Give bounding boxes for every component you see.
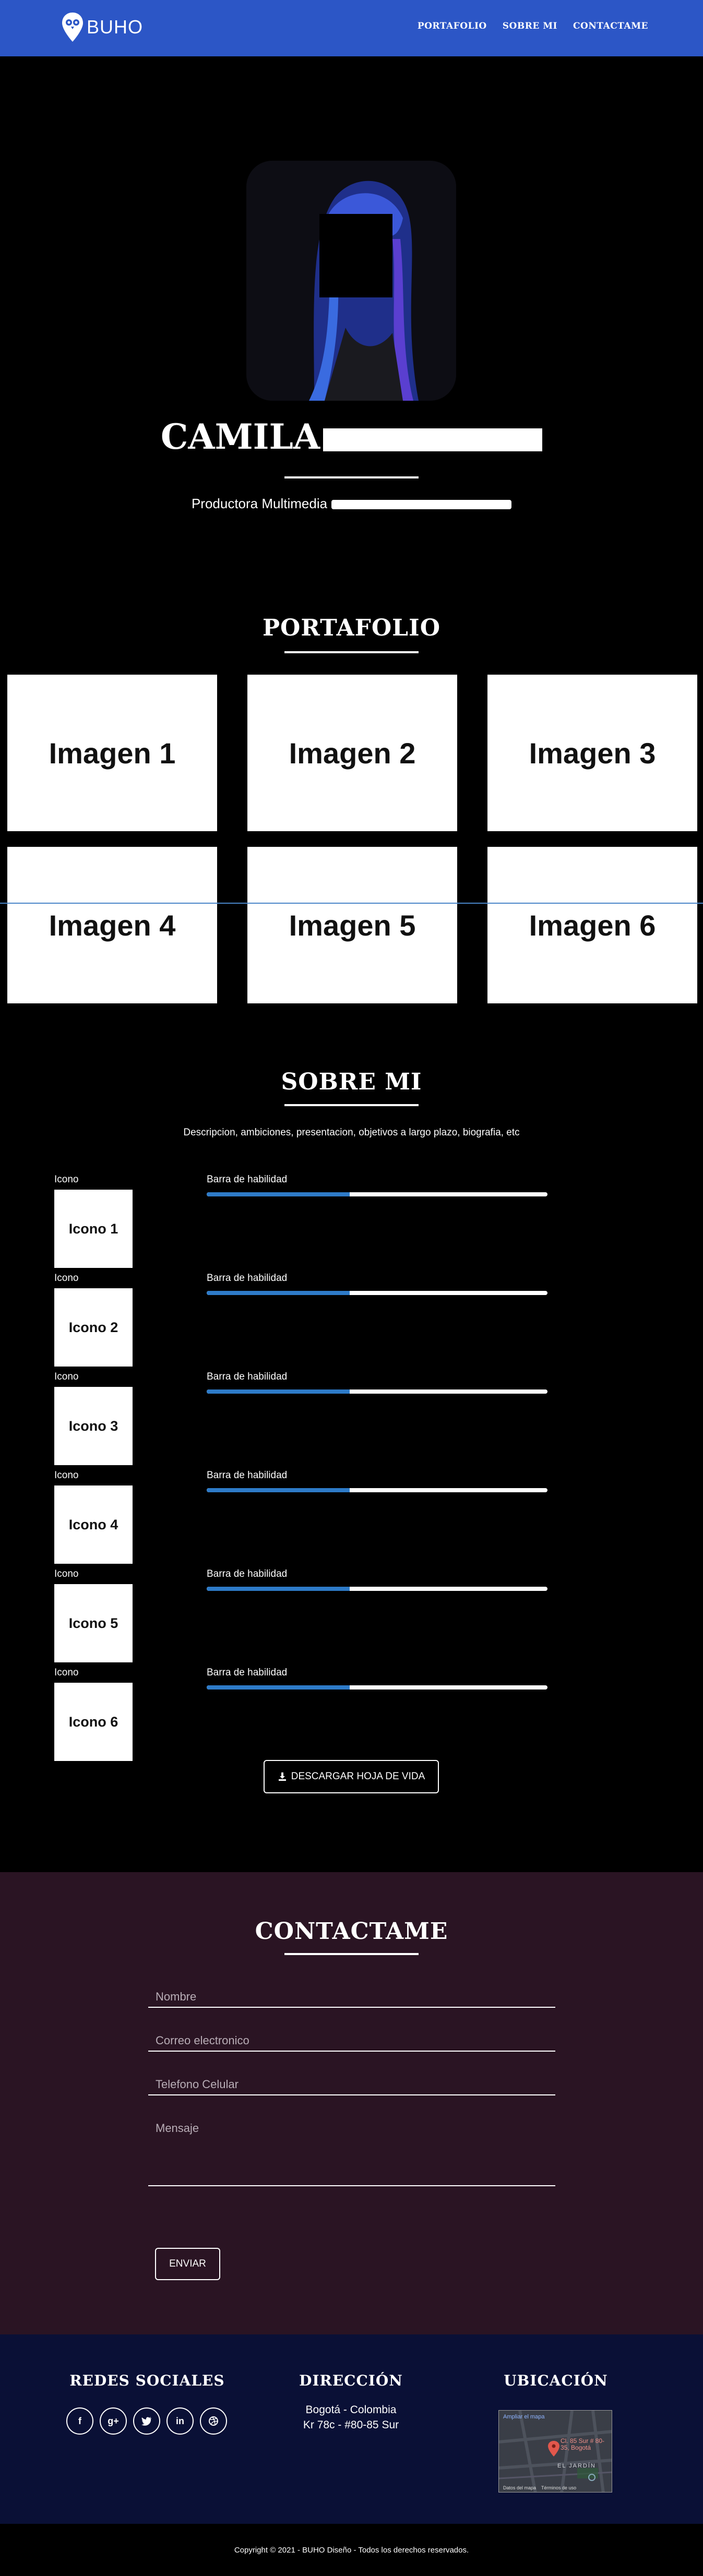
address-title: DIRECCIÓN	[299, 2372, 403, 2389]
skill-icon-label: Icono	[54, 1568, 79, 1579]
twitter-icon[interactable]	[133, 2407, 160, 2435]
brand-name: BUHO	[87, 16, 144, 38]
skill-bar-label: Barra de habilidad	[207, 1371, 288, 1382]
skill-bar-fill	[207, 1587, 350, 1591]
skill-bar-fill	[207, 1389, 350, 1394]
map-data-link[interactable]: Datos del mapa	[503, 2485, 536, 2490]
profile-photo	[246, 161, 456, 401]
portfolio-section: PORTAFOLIO Imagen 1 Imagen 2 Imagen 3 Im…	[0, 500, 703, 1022]
skill-bar-2	[207, 1291, 547, 1295]
skill-bar-3	[207, 1389, 547, 1394]
gallery-item-4[interactable]: Imagen 4	[7, 847, 217, 1003]
phone-field[interactable]: Telefono Celular	[148, 2065, 555, 2095]
address-line-1: Bogotá - Colombia	[305, 2404, 397, 2416]
skill-bar-label: Barra de habilidad	[207, 1273, 288, 1284]
map-canvas	[499, 2411, 612, 2492]
skill-bar-fill	[207, 1685, 350, 1690]
top-navbar: BUHO PORTAFOLIO SOBRE MI CONTACTAME	[0, 0, 703, 56]
portfolio-title: PORTAFOLIO	[262, 615, 441, 641]
brand-logo[interactable]: BUHO	[61, 11, 143, 43]
send-button[interactable]: ENVIAR	[155, 2248, 220, 2280]
about-description: Descripcion, ambiciones, presentacion, o…	[183, 1127, 520, 1138]
skill-bar-5	[207, 1587, 547, 1591]
facebook-icon[interactable]: f	[66, 2407, 93, 2435]
skill-icon-label: Icono	[54, 1273, 79, 1284]
copyright-text: Copyright © 2021 - BUHO Diseño - Todos l…	[234, 2545, 469, 2555]
linkedin-icon[interactable]: in	[166, 2407, 194, 2435]
hero-name: CAMILA	[0, 416, 703, 457]
email-field[interactable]: Correo electronico	[148, 2021, 555, 2052]
skill-bar-label: Barra de habilidad	[207, 1568, 288, 1579]
hero-divider	[284, 476, 419, 478]
skill-bar-6	[207, 1685, 547, 1690]
contact-title: CONTACTAME	[255, 1918, 448, 1945]
skill-bar-1	[207, 1192, 547, 1196]
download-cv-label: DESCARGAR HOJA DE VIDA	[291, 1771, 425, 1782]
skill-icon-5: Icono 5	[54, 1584, 133, 1662]
map-enlarge-link[interactable]: Ampliar el mapa	[503, 2414, 544, 2420]
gallery-item-2[interactable]: Imagen 2	[247, 675, 457, 831]
social-title: REDES SOCIALES	[69, 2372, 225, 2389]
skill-bar-4	[207, 1488, 547, 1492]
gallery-item-1[interactable]: Imagen 1	[7, 675, 217, 831]
portfolio-divider	[284, 651, 419, 653]
gallery-item-3[interactable]: Imagen 3	[487, 675, 697, 831]
skill-icon-label: Icono	[54, 1470, 79, 1481]
name-field[interactable]: Nombre	[148, 1978, 555, 2008]
dribbble-icon[interactable]	[200, 2407, 227, 2435]
message-field[interactable]: Mensaje	[148, 2109, 555, 2186]
nav-link-portafolio[interactable]: PORTAFOLIO	[418, 21, 487, 31]
nav-link-sobre-mi[interactable]: SOBRE MI	[503, 21, 557, 31]
skill-icon-label: Icono	[54, 1174, 79, 1185]
skill-icon-3: Icono 3	[54, 1387, 133, 1465]
redacted-surname	[323, 428, 543, 451]
map-pin-label: Cl. 85 Sur # 80-35, Bogotá	[561, 2437, 605, 2451]
about-title: SOBRE MI	[281, 1069, 422, 1095]
skill-icon-6: Icono 6	[54, 1683, 133, 1761]
skill-bar-label: Barra de habilidad	[207, 1470, 288, 1481]
map-terms-link[interactable]: Términos de uso	[541, 2485, 576, 2490]
address-line-2: Kr 78c - #80-85 Sur	[303, 2419, 399, 2431]
address-block: Bogotá - Colombia Kr 78c - #80-85 Sur	[271, 2402, 431, 2433]
about-divider	[284, 1104, 419, 1106]
download-icon	[278, 1772, 286, 1781]
gallery-item-6[interactable]: Imagen 6	[487, 847, 697, 1003]
skill-bar-fill	[207, 1192, 350, 1196]
nav-links: PORTAFOLIO SOBRE MI CONTACTAME	[418, 21, 648, 31]
profile-illustration	[246, 161, 456, 401]
download-cv-button[interactable]: DESCARGAR HOJA DE VIDA	[264, 1760, 439, 1793]
about-section: SOBRE MI Descripcion, ambiciones, presen…	[0, 1022, 703, 1872]
skill-icon-1: Icono 1	[54, 1190, 133, 1268]
contact-divider	[284, 1953, 419, 1955]
skill-icon-label: Icono	[54, 1371, 79, 1382]
location-map[interactable]: Ampliar el mapa Cl. 85 Sur # 80-35, Bogo…	[498, 2410, 612, 2493]
gallery-item-5[interactable]: Imagen 5	[247, 847, 457, 1003]
skill-bar-label: Barra de habilidad	[207, 1667, 288, 1678]
social-links: f g+ in	[66, 2407, 227, 2435]
skill-icon-4: Icono 4	[54, 1485, 133, 1564]
skill-icon-2: Icono 2	[54, 1288, 133, 1367]
map-footer: Datos del mapa Términos de uso	[503, 2485, 576, 2490]
gallery-guide-line	[0, 903, 703, 904]
skill-bar-fill	[207, 1291, 350, 1295]
skill-bar-label: Barra de habilidad	[207, 1174, 288, 1185]
location-title: UBICACIÓN	[504, 2372, 608, 2389]
contact-section: CONTACTAME Nombre Correo electronico Tel…	[0, 1872, 703, 2334]
footer: REDES SOCIALES f g+ in DIRECCIÓN Bogotá …	[0, 2334, 703, 2524]
map-district-label: EL JARDÍN	[557, 2463, 596, 2469]
owl-pin-icon	[62, 13, 83, 42]
google-plus-icon[interactable]: g+	[100, 2407, 127, 2435]
hero-section: CAMILA Productora Multimedia	[0, 56, 703, 511]
copyright-bar: Copyright © 2021 - BUHO Diseño - Todos l…	[0, 2524, 703, 2576]
nav-link-contactame[interactable]: CONTACTAME	[573, 21, 648, 31]
skill-icon-label: Icono	[54, 1667, 79, 1678]
skill-bar-fill	[207, 1488, 350, 1492]
